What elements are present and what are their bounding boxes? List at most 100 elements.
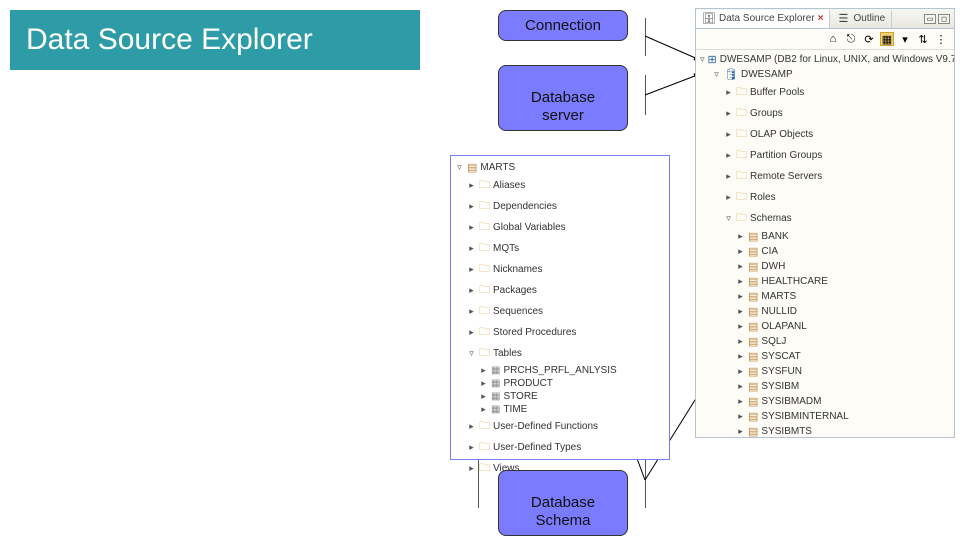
tree-folder-node[interactable]: ▸🗀Buffer Pools: [700, 82, 950, 103]
folder-label: User-Defined Types: [493, 442, 581, 453]
folder-label: OLAP Objects: [750, 129, 813, 140]
tree-schema-node[interactable]: ▸▤SYSIBMTS: [700, 424, 950, 439]
expand-icon[interactable]: ▸: [736, 336, 745, 347]
schema-child-folder[interactable]: ▸🗀Stored Procedures: [455, 322, 665, 343]
expand-icon[interactable]: ▿: [455, 162, 464, 173]
schema-child-folder[interactable]: ▸🗀Nicknames: [455, 259, 665, 280]
tree-schema-node[interactable]: ▸▤SYSFUN: [700, 364, 950, 379]
expand-icon[interactable]: ▸: [736, 366, 745, 377]
close-icon[interactable]: ×: [818, 13, 824, 24]
folder-label: Packages: [493, 285, 537, 296]
expand-icon[interactable]: ▸: [736, 291, 745, 302]
expand-icon[interactable]: ▸: [479, 365, 488, 376]
folder-icon: 🗀: [479, 197, 490, 216]
tree-schema-node[interactable]: ▸▤DWH: [700, 259, 950, 274]
expand-icon[interactable]: ▸: [467, 285, 476, 296]
expand-icon[interactable]: ▿: [724, 213, 733, 224]
expand-icon[interactable]: ▸: [736, 246, 745, 257]
tree-schema-node[interactable]: ▸▤SYSCAT: [700, 349, 950, 364]
table-node[interactable]: ▸▦PRODUCT: [455, 377, 665, 390]
tree-schema-node[interactable]: ▸▤SQLJ: [700, 334, 950, 349]
expand-icon[interactable]: ▸: [467, 222, 476, 233]
expand-icon[interactable]: ▸: [467, 327, 476, 338]
expand-icon[interactable]: ▸: [479, 378, 488, 389]
collapse-icon[interactable]: ▾: [898, 32, 912, 46]
expand-icon[interactable]: ▸: [736, 381, 745, 392]
tree-folder-node[interactable]: ▸🗀Roles: [700, 187, 950, 208]
expand-icon[interactable]: ▸: [736, 396, 745, 407]
tree-schema-node[interactable]: ▸▤NULLID: [700, 304, 950, 319]
tree-schema-node[interactable]: ▸▤SYSIBM: [700, 379, 950, 394]
table-node[interactable]: ▸▦PRCHS_PRFL_ANLYSIS: [455, 364, 665, 377]
schema-child-folder[interactable]: ▸🗀Packages: [455, 280, 665, 301]
schema-child-folder[interactable]: ▸🗀User-Defined Types: [455, 437, 665, 458]
expand-icon[interactable]: ▸: [724, 171, 733, 182]
schema-child-folder[interactable]: ▸🗀User-Defined Functions: [455, 416, 665, 437]
schema-child-folder[interactable]: ▸🗀Views: [455, 458, 665, 479]
expand-icon[interactable]: ▸: [479, 404, 488, 415]
expand-icon[interactable]: ▸: [467, 463, 476, 474]
expand-icon[interactable]: ▸: [724, 108, 733, 119]
minimize-button[interactable]: ▭: [924, 14, 936, 24]
expand-icon[interactable]: ▸: [736, 261, 745, 272]
menu-icon[interactable]: ⋮: [934, 32, 948, 46]
tab-data-source-explorer[interactable]: 🗄 Data Source Explorer ×: [696, 10, 830, 28]
tree-folder-node[interactable]: ▸🗀OLAP Objects: [700, 124, 950, 145]
table-node[interactable]: ▸▦TIME: [455, 403, 665, 416]
expand-icon[interactable]: ▸: [736, 411, 745, 422]
tree-schema-node[interactable]: ▸▤SYSIBMADM: [700, 394, 950, 409]
database-label: DWESAMP: [741, 69, 793, 80]
tree-schema-node[interactable]: ▸▤CIA: [700, 244, 950, 259]
expand-icon[interactable]: ▸: [736, 276, 745, 287]
schema-child-folder[interactable]: ▸🗀Aliases: [455, 175, 665, 196]
schema-child-folder[interactable]: ▸🗀MQTs: [455, 238, 665, 259]
expand-icon[interactable]: ▸: [467, 180, 476, 191]
expand-icon[interactable]: ▸: [736, 351, 745, 362]
expand-icon[interactable]: ▸: [467, 201, 476, 212]
maximize-button[interactable]: ◻: [938, 14, 950, 24]
sync-icon[interactable]: ⇅: [916, 32, 930, 46]
tree-connection-node[interactable]: ▿ ⊞ DWESAMP (DB2 for Linux, UNIX, and Wi…: [700, 52, 950, 67]
schema-child-folder[interactable]: ▸🗀Global Variables: [455, 217, 665, 238]
tree-schema-node[interactable]: ▸▤MARTS: [700, 289, 950, 304]
expand-icon[interactable]: ▿: [467, 348, 476, 359]
refresh-icon[interactable]: ⟳: [862, 32, 876, 46]
expand-icon[interactable]: ▸: [467, 442, 476, 453]
expand-icon[interactable]: ▸: [724, 129, 733, 140]
expand-icon[interactable]: ▸: [467, 243, 476, 254]
schema-root-node[interactable]: ▿ ▤ MARTS: [455, 160, 665, 175]
expand-icon[interactable]: ▸: [467, 306, 476, 317]
tree-schema-node[interactable]: ▸▤OLAPANL: [700, 319, 950, 334]
explorer-tree[interactable]: ▿ ⊞ DWESAMP (DB2 for Linux, UNIX, and Wi…: [696, 50, 954, 441]
expand-icon[interactable]: ▸: [479, 391, 488, 402]
tree-schema-node[interactable]: ▸▤BANK: [700, 229, 950, 244]
folder-icon: 🗀: [736, 83, 747, 102]
home-icon[interactable]: ⌂: [826, 32, 840, 46]
tree-folder-node[interactable]: ▸🗀Partition Groups: [700, 145, 950, 166]
tree-schema-node[interactable]: ▸▤SYSIBMINTERNAL: [700, 409, 950, 424]
expand-icon[interactable]: ▸: [724, 150, 733, 161]
tree-folder-node[interactable]: ▸🗀Remote Servers: [700, 166, 950, 187]
expand-icon[interactable]: ▸: [736, 321, 745, 332]
expand-icon[interactable]: ▿: [700, 54, 705, 65]
tables-folder[interactable]: ▿ 🗀 Tables: [455, 343, 665, 364]
expand-icon[interactable]: ▸: [736, 426, 745, 437]
tree-database-node[interactable]: ▿ 🛢 DWESAMP: [700, 67, 950, 82]
expand-icon[interactable]: ▸: [736, 231, 745, 242]
table-node[interactable]: ▸▦STORE: [455, 390, 665, 403]
expand-icon[interactable]: ▸: [724, 87, 733, 98]
expand-icon[interactable]: ▸: [467, 421, 476, 432]
folder-icon: 🗀: [479, 344, 490, 363]
schema-child-folder[interactable]: ▸🗀Sequences: [455, 301, 665, 322]
connect-icon[interactable]: ⎋: [844, 32, 858, 46]
expand-icon[interactable]: ▸: [467, 264, 476, 275]
expand-icon[interactable]: ▸: [736, 306, 745, 317]
schema-child-folder[interactable]: ▸🗀Dependencies: [455, 196, 665, 217]
tree-schemas-folder[interactable]: ▿ 🗀 Schemas: [700, 208, 950, 229]
tree-schema-node[interactable]: ▸▤HEALTHCARE: [700, 274, 950, 289]
expand-icon[interactable]: ▸: [724, 192, 733, 203]
expand-icon[interactable]: ▿: [712, 69, 721, 80]
tab-outline[interactable]: ☰ Outline: [830, 10, 892, 28]
filter-icon[interactable]: ▦: [880, 32, 894, 46]
tree-folder-node[interactable]: ▸🗀Groups: [700, 103, 950, 124]
